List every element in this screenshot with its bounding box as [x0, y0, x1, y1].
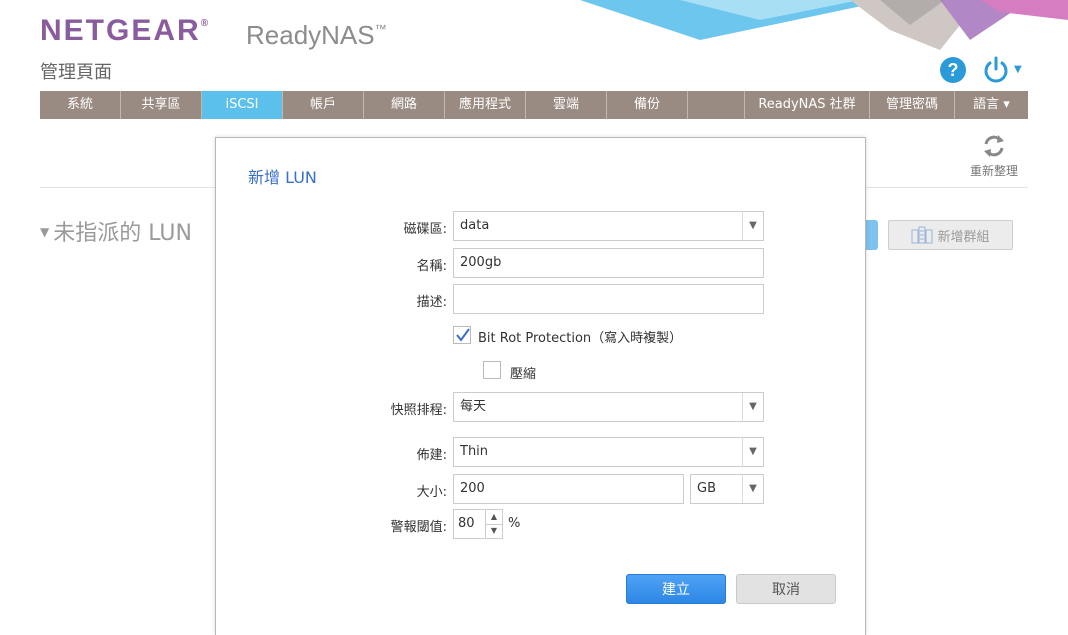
volume-select[interactable]: data ▼: [453, 211, 764, 241]
provisioning-label: 佈建:: [416, 448, 447, 463]
create-button[interactable]: 建立: [626, 574, 726, 604]
cancel-button[interactable]: 取消: [736, 574, 836, 604]
tab-network[interactable]: 網路: [364, 91, 445, 119]
tab-admin-password[interactable]: 管理密碼: [870, 91, 955, 119]
snapshot-label: 快照排程:: [390, 403, 447, 418]
refresh-button[interactable]: 重新整理: [966, 133, 1022, 179]
power-icon[interactable]: [980, 54, 1012, 86]
provisioning-value: Thin: [460, 444, 489, 459]
bit-rot-label: Bit Rot Protection（寫入時複製）: [478, 331, 683, 346]
tab-iscsi[interactable]: iSCSI: [202, 91, 283, 119]
refresh-label: 重新整理: [969, 164, 1018, 178]
snapshot-select[interactable]: 每天 ▼: [453, 392, 764, 422]
name-label: 名稱:: [416, 259, 447, 274]
tab-apps[interactable]: 應用程式: [445, 91, 526, 119]
alert-threshold-stepper[interactable]: 80 ▲ ▼: [453, 509, 503, 539]
netgear-logo: NETGEAR®: [40, 14, 211, 47]
tab-accounts[interactable]: 帳戶: [283, 91, 364, 119]
product-name: ReadyNAS™: [246, 20, 387, 50]
volume-label: 磁碟區:: [403, 222, 447, 237]
tab-system[interactable]: 系統: [40, 91, 121, 119]
size-input[interactable]: 200: [453, 474, 684, 504]
checkmark-icon: [456, 328, 470, 342]
chevron-down-icon: ▼: [742, 212, 763, 240]
size-unit-value: GB: [697, 481, 716, 496]
add-group-button[interactable]: 新增群組: [888, 220, 1013, 250]
add-group-label: 新增群組: [937, 229, 990, 245]
size-label: 大小:: [416, 485, 447, 500]
compression-label: 壓縮: [510, 367, 537, 382]
chevron-down-icon: ▼: [742, 438, 763, 466]
provisioning-select[interactable]: Thin ▼: [453, 437, 764, 467]
bit-rot-checkbox[interactable]: [453, 326, 471, 344]
header-decoration: [580, 0, 1068, 50]
description-label: 描述:: [416, 295, 447, 310]
alert-threshold-label: 警報閾值:: [390, 520, 447, 535]
size-unit-select[interactable]: GB ▼: [690, 474, 764, 504]
main-nav: 系統 共享區 iSCSI 帳戶 網路 應用程式 雲端 備份 ReadyNAS 社…: [40, 91, 1028, 119]
chevron-down-icon: ▼: [742, 475, 763, 503]
tab-shares[interactable]: 共享區: [121, 91, 202, 119]
name-input[interactable]: 200gb: [453, 248, 764, 278]
chevron-down-icon[interactable]: ▼: [1014, 64, 1022, 75]
alert-unit: %: [508, 516, 521, 531]
chevron-up-icon[interactable]: ▲: [485, 510, 502, 525]
triangle-down-icon: ▼: [40, 225, 50, 239]
tab-blank[interactable]: [688, 91, 745, 119]
tab-language[interactable]: 語言 ▾: [955, 91, 1028, 119]
group-icon: [911, 226, 933, 244]
description-input[interactable]: [453, 284, 764, 314]
dialog-title: 新增 LUN: [248, 168, 317, 187]
tab-community[interactable]: ReadyNAS 社群: [745, 91, 870, 119]
section-title-text: 未指派的 LUN: [53, 221, 192, 246]
refresh-icon: [984, 135, 1004, 157]
page-subtitle: 管理頁面: [40, 62, 112, 83]
chevron-down-icon: ▼: [742, 393, 763, 421]
compression-checkbox[interactable]: [483, 361, 501, 379]
snapshot-value: 每天: [460, 399, 487, 414]
tab-backup[interactable]: 備份: [607, 91, 688, 119]
chevron-down-icon[interactable]: ▼: [485, 524, 502, 538]
alert-threshold-value: 80: [458, 516, 475, 531]
volume-value: data: [460, 218, 490, 233]
question-icon[interactable]: ?: [940, 57, 966, 83]
tab-cloud[interactable]: 雲端: [526, 91, 607, 119]
section-title[interactable]: ▼ 未指派的 LUN: [40, 215, 192, 247]
new-lun-dialog: 新增 LUN 磁碟區: data ▼ 名稱: 200gb 描述: Bit Rot…: [215, 137, 866, 635]
